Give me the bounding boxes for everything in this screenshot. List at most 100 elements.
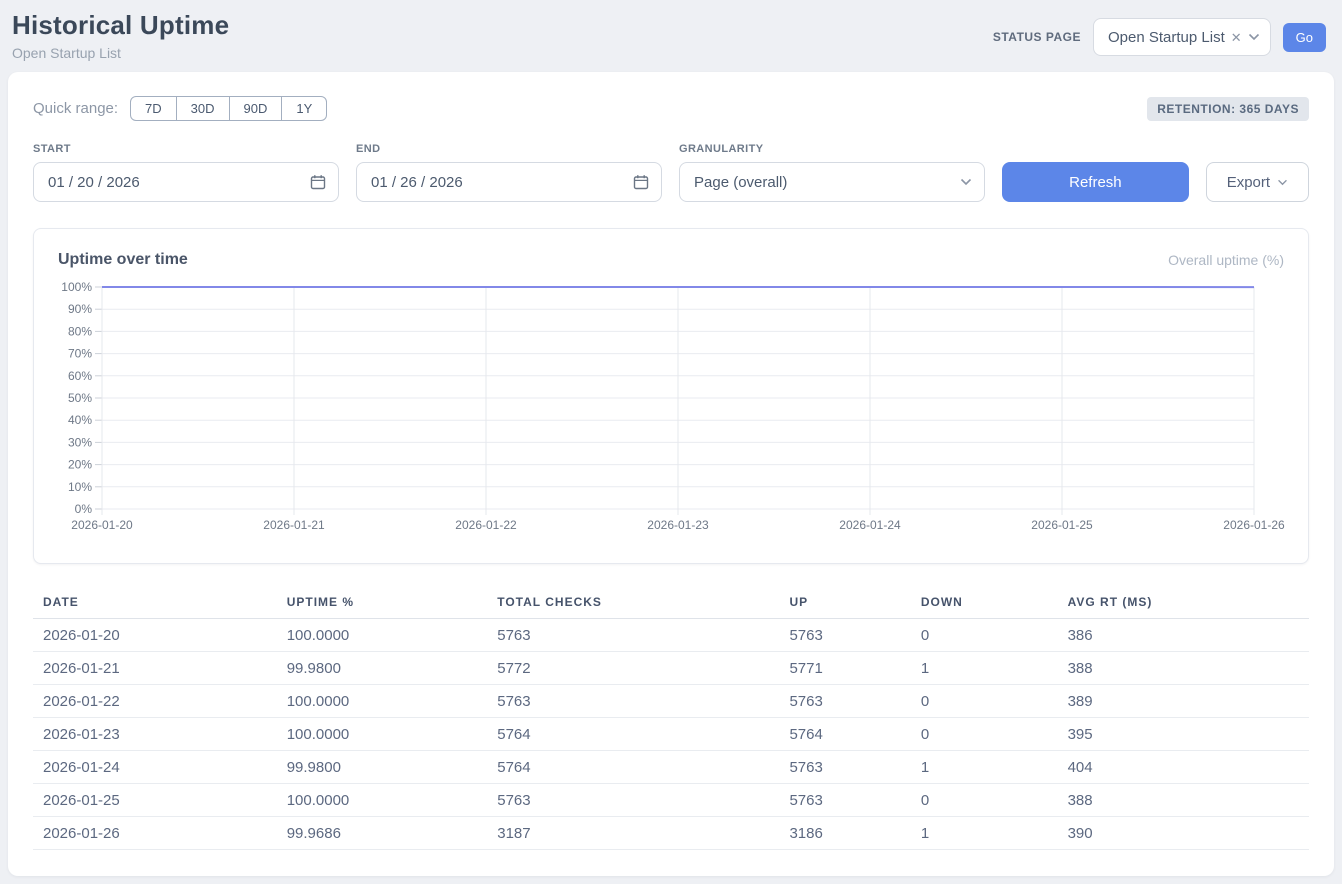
svg-text:0%: 0% xyxy=(75,502,93,516)
table-row: 2026-01-20100.0000576357630386 xyxy=(33,619,1309,652)
table-cell: 0 xyxy=(911,685,1058,718)
table-cell: 5763 xyxy=(779,619,910,652)
table-row: 2026-01-2699.9686318731861390 xyxy=(33,817,1309,850)
table-row: 2026-01-25100.0000576357630388 xyxy=(33,784,1309,817)
table-cell: 100.0000 xyxy=(277,685,488,718)
column-header-date: DATE xyxy=(33,586,277,619)
chevron-down-icon xyxy=(1277,179,1288,186)
end-date-input-box[interactable] xyxy=(356,162,662,202)
table-cell: 5763 xyxy=(487,685,779,718)
page-header: Historical Uptime Open Startup List STAT… xyxy=(0,0,1342,72)
table-cell: 99.9800 xyxy=(277,652,488,685)
refresh-button[interactable]: Refresh xyxy=(1002,162,1189,202)
svg-text:2026-01-23: 2026-01-23 xyxy=(647,518,709,532)
table-cell: 100.0000 xyxy=(277,784,488,817)
table-cell: 0 xyxy=(911,784,1058,817)
table-cell: 99.9800 xyxy=(277,751,488,784)
column-header-down: DOWN xyxy=(911,586,1058,619)
table-row: 2026-01-23100.0000576457640395 xyxy=(33,718,1309,751)
export-button[interactable]: Export xyxy=(1206,162,1309,202)
svg-text:70%: 70% xyxy=(68,347,92,361)
table-cell: 0 xyxy=(911,619,1058,652)
table-cell: 5763 xyxy=(487,784,779,817)
table-cell: 390 xyxy=(1058,817,1309,850)
table-cell: 3186 xyxy=(779,817,910,850)
quick-range-1y-button[interactable]: 1Y xyxy=(281,96,327,121)
column-header-total-checks: TOTAL CHECKS xyxy=(487,586,779,619)
table-cell: 386 xyxy=(1058,619,1309,652)
column-header-up: UP xyxy=(779,586,910,619)
svg-text:2026-01-21: 2026-01-21 xyxy=(263,518,325,532)
table-cell: 5764 xyxy=(487,751,779,784)
table-cell: 1 xyxy=(911,751,1058,784)
svg-text:2026-01-26: 2026-01-26 xyxy=(1223,518,1285,532)
svg-text:40%: 40% xyxy=(68,413,92,427)
calendar-icon[interactable] xyxy=(310,174,326,190)
quick-range-30d-button[interactable]: 30D xyxy=(176,96,230,121)
status-page-selected-value: Open Startup List xyxy=(1108,29,1225,46)
quick-range-7d-button[interactable]: 7D xyxy=(130,96,177,121)
go-button[interactable]: Go xyxy=(1283,23,1326,52)
title-block: Historical Uptime Open Startup List xyxy=(12,10,229,61)
svg-text:90%: 90% xyxy=(68,302,92,316)
start-date-input[interactable] xyxy=(48,174,248,191)
chart-area: 0%10%20%30%40%50%60%70%80%90%100%2026-01… xyxy=(58,279,1284,542)
table-cell: 2026-01-24 xyxy=(33,751,277,784)
chevron-down-icon xyxy=(1248,33,1260,41)
header-controls: STATUS PAGE Open Startup List ✕ Go xyxy=(993,18,1326,56)
quick-range-row: Quick range: 7D 30D 90D 1Y RETENTION: 36… xyxy=(33,96,1309,121)
end-date-input[interactable] xyxy=(371,174,571,191)
retention-badge: RETENTION: 365 DAYS xyxy=(1147,97,1309,121)
table-cell: 5763 xyxy=(779,751,910,784)
svg-text:2026-01-25: 2026-01-25 xyxy=(1031,518,1093,532)
table-cell: 388 xyxy=(1058,652,1309,685)
table-cell: 5764 xyxy=(487,718,779,751)
svg-text:50%: 50% xyxy=(68,391,92,405)
table-cell: 2026-01-22 xyxy=(33,685,277,718)
uptime-chart-svg: 0%10%20%30%40%50%60%70%80%90%100%2026-01… xyxy=(58,279,1285,537)
table-row: 2026-01-2499.9800576457631404 xyxy=(33,751,1309,784)
uptime-table: DATE UPTIME % TOTAL CHECKS UP DOWN AVG R… xyxy=(33,586,1309,850)
svg-text:100%: 100% xyxy=(61,280,92,294)
table-row: 2026-01-22100.0000576357630389 xyxy=(33,685,1309,718)
chart-title: Uptime over time xyxy=(58,251,188,269)
uptime-table-body: 2026-01-20100.00005763576303862026-01-21… xyxy=(33,619,1309,850)
clear-selection-icon[interactable]: ✕ xyxy=(1231,31,1242,44)
start-date-input-box[interactable] xyxy=(33,162,339,202)
table-row: 2026-01-2199.9800577257711388 xyxy=(33,652,1309,685)
uptime-chart-card: Uptime over time Overall uptime (%) 0% 10… xyxy=(33,228,1309,564)
page-subtitle: Open Startup List xyxy=(12,45,229,61)
table-cell: 2026-01-25 xyxy=(33,784,277,817)
column-header-avg-rt: AVG RT (MS) xyxy=(1058,586,1309,619)
svg-text:10%: 10% xyxy=(68,480,92,494)
granularity-selected-value: Page (overall) xyxy=(694,174,787,191)
start-date-field: START xyxy=(33,143,339,202)
table-cell: 100.0000 xyxy=(277,619,488,652)
chart-legend: Overall uptime (%) xyxy=(1168,252,1284,268)
svg-text:20%: 20% xyxy=(68,458,92,472)
svg-text:2026-01-22: 2026-01-22 xyxy=(455,518,517,532)
table-cell: 389 xyxy=(1058,685,1309,718)
table-cell: 5763 xyxy=(487,619,779,652)
svg-text:30%: 30% xyxy=(68,435,92,449)
table-cell: 100.0000 xyxy=(277,718,488,751)
table-cell: 2026-01-23 xyxy=(33,718,277,751)
table-cell: 404 xyxy=(1058,751,1309,784)
table-cell: 5763 xyxy=(779,784,910,817)
table-cell: 388 xyxy=(1058,784,1309,817)
table-cell: 5764 xyxy=(779,718,910,751)
end-date-field: END xyxy=(356,143,662,202)
granularity-select[interactable]: Page (overall) xyxy=(679,162,985,202)
svg-text:2026-01-24: 2026-01-24 xyxy=(839,518,901,532)
table-cell: 2026-01-26 xyxy=(33,817,277,850)
calendar-icon[interactable] xyxy=(633,174,649,190)
table-cell: 0 xyxy=(911,718,1058,751)
table-cell: 99.9686 xyxy=(277,817,488,850)
quick-range-90d-button[interactable]: 90D xyxy=(229,96,283,121)
table-cell: 5763 xyxy=(779,685,910,718)
column-header-uptime: UPTIME % xyxy=(277,586,488,619)
table-cell: 3187 xyxy=(487,817,779,850)
table-cell: 5772 xyxy=(487,652,779,685)
status-page-select[interactable]: Open Startup List ✕ xyxy=(1093,18,1271,56)
start-label: START xyxy=(33,143,339,155)
